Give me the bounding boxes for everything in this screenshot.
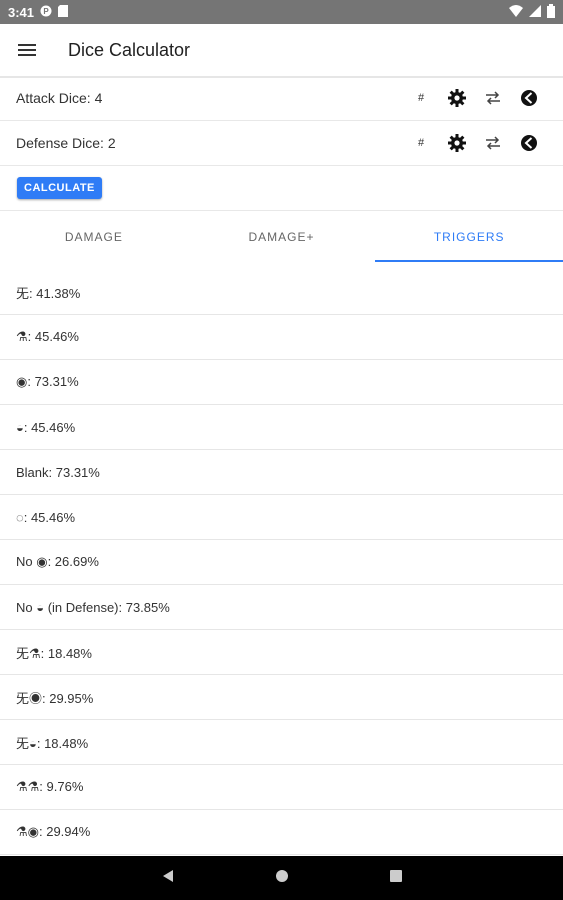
defense-gear-icon[interactable] bbox=[439, 131, 475, 155]
calculate-button[interactable]: CALCULATE bbox=[17, 177, 102, 199]
app-bar: Dice Calculator bbox=[0, 24, 563, 78]
notification-icon: P bbox=[40, 5, 52, 20]
attack-dice-label: Attack Dice: 4 bbox=[16, 90, 103, 106]
defense-dice-label: Defense Dice: 2 bbox=[16, 135, 116, 151]
attack-hash-icon[interactable]: # bbox=[403, 86, 439, 110]
status-right bbox=[509, 4, 555, 21]
list-item: No ◒ (in Defense): 73.85% bbox=[0, 585, 563, 630]
result-text: ⺛◒: 18.48% bbox=[16, 735, 89, 751]
back-icon[interactable] bbox=[161, 869, 175, 888]
result-text: No ◒ (in Defense): 73.85% bbox=[16, 599, 170, 615]
defense-remove-icon[interactable] bbox=[511, 131, 547, 155]
list-item: ⚗◉: 29.94% bbox=[0, 810, 563, 855]
list-item: ◌: 45.46% bbox=[0, 495, 563, 540]
result-text: ⺛: 41.38% bbox=[16, 285, 81, 301]
tab-damage-plus[interactable]: DAMAGE+ bbox=[188, 212, 376, 262]
triggers-list: ⺛: 41.38% ⚗: 45.46% ◉: 73.31% ◒: 45.46% … bbox=[0, 270, 563, 855]
list-item: Blank: 73.31% bbox=[0, 450, 563, 495]
list-item: ⺛◒: 18.48% bbox=[0, 720, 563, 765]
result-text: ⚗◉: 29.94% bbox=[16, 824, 91, 839]
status-bar: 3:41 P bbox=[0, 0, 563, 24]
result-text: No ◉: 26.69% bbox=[16, 554, 99, 569]
result-text: ⺛⚗: 18.48% bbox=[16, 645, 92, 661]
svg-text:P: P bbox=[43, 7, 49, 16]
result-text: ◉: 73.31% bbox=[16, 374, 79, 389]
list-item: ⺛: 41.38% bbox=[0, 270, 563, 315]
result-text: ⺛◉: 29.95% bbox=[16, 690, 94, 706]
battery-icon bbox=[547, 4, 555, 21]
defense-dice-row: Defense Dice: 2 # bbox=[0, 121, 563, 166]
result-text: ⚗: 45.46% bbox=[16, 329, 79, 344]
result-tabs: DAMAGE DAMAGE+ TRIGGERS bbox=[0, 212, 563, 262]
wifi-icon bbox=[509, 5, 523, 20]
menu-icon[interactable] bbox=[18, 41, 36, 59]
attack-swap-icon[interactable] bbox=[475, 86, 511, 110]
tab-triggers[interactable]: TRIGGERS bbox=[375, 212, 563, 262]
attack-gear-icon[interactable] bbox=[439, 86, 475, 110]
sd-card-icon bbox=[58, 4, 69, 20]
defense-swap-icon[interactable] bbox=[475, 131, 511, 155]
result-text: ◌: 45.46% bbox=[16, 509, 76, 525]
calculate-row: CALCULATE bbox=[0, 166, 563, 211]
list-item: ⺛⚗: 18.48% bbox=[0, 630, 563, 675]
list-item: ⺛◉: 29.95% bbox=[0, 675, 563, 720]
list-item: ◉: 73.31% bbox=[0, 360, 563, 405]
recents-icon[interactable] bbox=[389, 869, 403, 888]
result-text: ◒: 45.46% bbox=[16, 419, 76, 435]
attack-dice-row: Attack Dice: 4 # bbox=[0, 76, 563, 121]
signal-icon bbox=[529, 5, 541, 20]
result-text: ⚗⚗: 9.76% bbox=[16, 779, 84, 794]
system-nav-bar bbox=[0, 856, 563, 900]
home-icon[interactable] bbox=[275, 869, 289, 888]
list-item: No ◉: 26.69% bbox=[0, 540, 563, 585]
tab-damage[interactable]: DAMAGE bbox=[0, 212, 188, 262]
defense-hash-icon[interactable]: # bbox=[403, 131, 439, 155]
attack-remove-icon[interactable] bbox=[511, 86, 547, 110]
list-item: ⚗: 45.46% bbox=[0, 315, 563, 360]
list-item: ⚗⚗: 9.76% bbox=[0, 765, 563, 810]
status-time: 3:41 bbox=[8, 4, 35, 20]
app-title: Dice Calculator bbox=[68, 39, 191, 60]
result-text: Blank: 73.31% bbox=[16, 464, 100, 480]
list-item: ◒: 45.46% bbox=[0, 405, 563, 450]
